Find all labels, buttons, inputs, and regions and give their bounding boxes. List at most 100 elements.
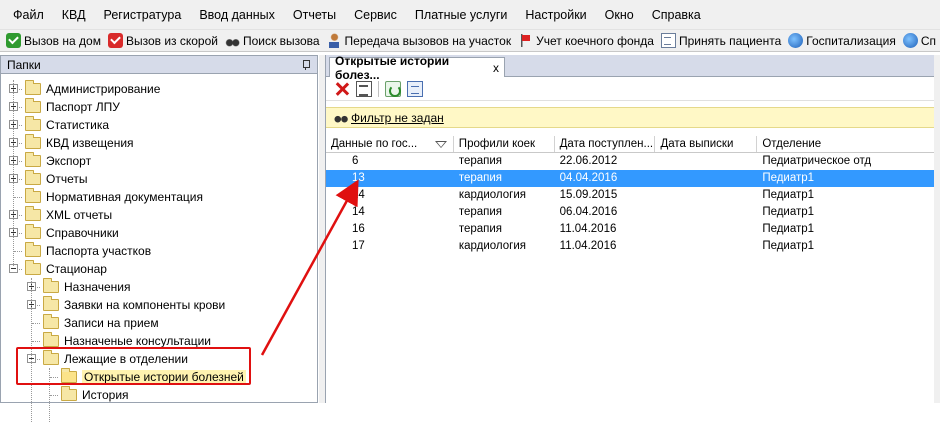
menu-window[interactable]: Окно — [596, 0, 643, 30]
folder-icon — [25, 80, 41, 95]
table-cell: терапия — [458, 206, 503, 218]
pin-icon[interactable] — [301, 59, 311, 70]
tree-item[interactable]: XML отчеты — [1, 206, 317, 224]
menu-service[interactable]: Сервис — [345, 0, 406, 30]
folder-icon — [25, 260, 41, 275]
folder-icon — [25, 206, 41, 221]
grid-body: 6 терапия 22.06.2012 Педиатрическое отд 13 те… — [326, 153, 940, 255]
globe-icon — [788, 33, 804, 48]
document-tabs: Открытые истории болез... x — [326, 54, 940, 82]
table-cell: терапия — [458, 155, 503, 167]
folder-icon — [25, 152, 41, 167]
person-icon — [326, 33, 342, 48]
tree-item[interactable]: Отчеты — [1, 170, 317, 188]
menu-reports[interactable]: Отчеты — [284, 0, 345, 30]
tree-item[interactable]: Статистика — [1, 116, 317, 134]
bed-fund-button[interactable]: Учет коечного фонда — [516, 31, 659, 51]
table-row[interactable]: 14 терапия 06.04.2016 Педиатр1 — [326, 204, 940, 221]
table-cell: 13 — [352, 172, 365, 184]
tree-item-label: XML отчеты — [46, 208, 113, 222]
table-cell — [655, 238, 757, 255]
tree-item[interactable]: Паспорта участков — [1, 242, 317, 260]
tree-item[interactable]: Экспорт — [1, 152, 317, 170]
folder-icon — [25, 224, 41, 239]
tree-item[interactable]: Назначения — [1, 278, 317, 296]
table-cell: кардиология — [458, 240, 526, 252]
table-cell: Педиатр1 — [762, 189, 815, 201]
table-cell: Педиатр1 — [762, 172, 815, 184]
table-row[interactable]: 13 терапия 04.04.2016 Педиатр1 — [326, 170, 940, 187]
transfer-calls-button[interactable]: Передача вызовов на участок — [325, 31, 517, 51]
table-cell: кардиология — [458, 189, 526, 201]
menu-help[interactable]: Справка — [643, 0, 710, 30]
search-call-button[interactable]: Поиск вызова — [223, 31, 325, 51]
table-cell: 14 — [352, 189, 365, 201]
table-cell: Педиатрическое отд — [762, 155, 872, 167]
close-icon[interactable]: x — [493, 61, 499, 75]
tab-open-histories[interactable]: Открытые истории болез... x — [329, 54, 505, 82]
menu-paid-services[interactable]: Платные услуги — [406, 0, 516, 30]
tree-guide-line — [13, 80, 14, 266]
transfer-calls-label: Передача вызовов на участок — [344, 33, 512, 48]
tree-item-label: Справочники — [46, 226, 119, 240]
column-header-admission-date[interactable]: Дата поступлен... — [555, 136, 656, 152]
tab-title: Открытые истории болез... — [335, 53, 450, 82]
tree-item[interactable]: Стационар — [1, 260, 317, 278]
column-header-department[interactable]: Отделение — [757, 136, 940, 152]
toolbar-separator — [378, 80, 379, 97]
tree-item[interactable]: Нормативная документация — [1, 188, 317, 206]
column-header-data[interactable]: Данные по гос... — [326, 136, 454, 152]
tree-item[interactable]: Паспорт ЛПУ — [1, 98, 317, 116]
main-toolbar: Вызов на дом Вызов из скорой Поиск вызов… — [0, 30, 940, 52]
filter-link[interactable]: Фильтр не задан — [351, 111, 444, 125]
refresh-icon[interactable] — [385, 80, 401, 97]
column-header-discharge-date[interactable]: Дата выписки — [655, 136, 758, 152]
tree-item[interactable]: Администрирование — [1, 80, 317, 98]
content-panel: Открытые истории болез... x Фильтр не за… — [325, 54, 940, 403]
tree-item[interactable]: Справочники — [1, 224, 317, 242]
folders-panel-title: Папки — [7, 57, 41, 72]
tree-item-label: КВД извещения — [46, 136, 134, 150]
delete-icon[interactable] — [334, 81, 350, 97]
tree-item-label: Отчеты — [46, 172, 88, 186]
table-cell — [655, 187, 757, 204]
tree-connector — [14, 197, 22, 198]
table-cell — [655, 204, 757, 221]
export-icon[interactable] — [407, 80, 423, 97]
tree-item[interactable]: КВД извещения — [1, 134, 317, 152]
table-cell: Педиатр1 — [762, 240, 815, 252]
ambulance-call-label: Вызов из скорой — [125, 33, 218, 48]
tree-item-label: Администрирование — [46, 82, 161, 96]
hospitalization-button[interactable]: Госпитализация — [786, 31, 901, 51]
vertical-scrollbar[interactable] — [934, 55, 940, 403]
ambulance-call-button[interactable]: Вызов из скорой — [106, 31, 223, 51]
tree-item[interactable]: Записи на прием — [1, 314, 317, 332]
column-header-bed-profile[interactable]: Профили коек — [454, 136, 555, 152]
flag-icon — [518, 33, 534, 48]
table-cell: 16 — [352, 223, 365, 235]
home-call-button[interactable]: Вызов на дом — [4, 31, 106, 51]
tree-connector — [32, 341, 40, 342]
table-row[interactable]: 14 кардиология 15.09.2015 Педиатр1 — [326, 187, 940, 204]
tree-item-label: Стационар — [46, 262, 107, 276]
table-row[interactable]: 17 кардиология 11.04.2016 Педиатр1 — [326, 238, 940, 255]
tree-item-label: Назначеные консультации — [64, 334, 211, 348]
accept-patient-label: Принять пациента — [678, 33, 782, 48]
properties-icon[interactable] — [356, 80, 372, 97]
tree-connector — [50, 395, 58, 396]
table-cell: 06.04.2016 — [559, 206, 618, 218]
table-row[interactable]: 6 терапия 22.06.2012 Педиатрическое отд — [326, 153, 940, 170]
menu-settings[interactable]: Настройки — [516, 0, 595, 30]
folder-icon — [25, 170, 41, 185]
tree-item[interactable]: Заявки на компоненты крови — [1, 296, 317, 314]
tree-item-label: Экспорт — [46, 154, 92, 168]
table-row[interactable]: 16 терапия 11.04.2016 Педиатр1 — [326, 221, 940, 238]
menu-registry[interactable]: Регистратура — [95, 0, 191, 30]
truncated-toolbar-button[interactable]: Сп — [901, 31, 940, 51]
menu-data-entry[interactable]: Ввод данных — [190, 0, 284, 30]
menu-kvd[interactable]: КВД — [53, 0, 95, 30]
accept-patient-button[interactable]: Принять пациента — [659, 31, 786, 51]
truncated-toolbar-label: Сп — [920, 33, 936, 48]
menu-file[interactable]: Файл — [4, 0, 53, 30]
table-cell — [655, 170, 757, 187]
